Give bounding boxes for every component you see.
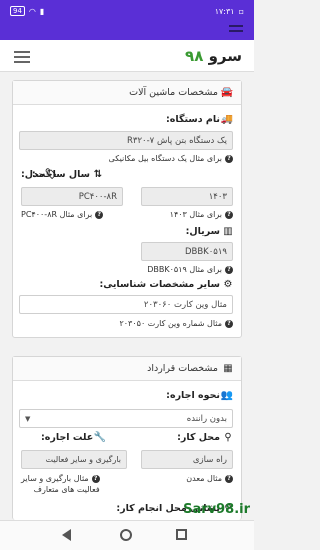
location-label-row: ⚲ محل کار: (177, 432, 233, 443)
serial-hint: ? برای مثال DBBK۰۵۱۹ (147, 265, 233, 274)
recents-icon[interactable] (176, 529, 187, 540)
brand-number: ۹۸ (185, 47, 204, 65)
users-icon: 👥 (220, 389, 233, 401)
home-icon[interactable] (120, 529, 132, 541)
build-year-input[interactable]: ۱۴۰۳ (141, 187, 233, 206)
back-icon[interactable] (62, 529, 71, 541)
reason-hint: ? مثال بارگیری و سایر فعالیت های متعارف (21, 474, 100, 494)
android-nav-bar (0, 520, 254, 550)
device-label: نام دستگاه: (166, 114, 220, 125)
top-menu-icon[interactable] (229, 25, 243, 37)
car-icon: 🚘 (220, 86, 233, 98)
question-icon: ? (225, 320, 233, 328)
cogs-icon: ⚙ (223, 278, 233, 290)
question-icon: ? (225, 211, 233, 219)
device-hint: ? برای مثال یک دستگاه بیل مکانیکی (109, 154, 233, 163)
serial-input[interactable]: DBBK۰۵۱۹ (141, 242, 233, 261)
serial-label: سریال: (185, 226, 220, 237)
location-hint: ? مثال معدن (186, 474, 233, 483)
question-icon: ? (225, 155, 233, 163)
serial-hint-text: برای مثال DBBK۰۵۱۹ (147, 265, 222, 274)
reason-hint-text-1: مثال بارگیری و سایر (21, 474, 89, 483)
wrench-icon: 🔧 (93, 431, 107, 443)
rent-type-label: نحوه اجاره: (166, 390, 220, 401)
ident-label: سایر مشخصات شناسایی: (99, 279, 220, 290)
notification-icon: ▫ (238, 6, 244, 16)
location-input[interactable]: راه سازی (141, 450, 233, 469)
barcode-icon: ▥ (223, 225, 233, 237)
sort-numeric-icon: ⇅ (93, 168, 103, 180)
top-toolbar (0, 22, 254, 40)
question-icon: ? (225, 475, 233, 483)
contract-card-header: ▦ مشخصات قرارداد (13, 357, 241, 381)
ident-hint: ? مثال شماره وین کارت ۲۰۳۰۵۰ (119, 319, 233, 328)
status-icons: 94 ◠ ▮ (10, 6, 44, 16)
wifi-icon: ◠ (28, 6, 36, 16)
model-hint: ? برای مثال PC۴۰۰-۸R (21, 210, 104, 219)
model-hint-text: برای مثال PC۴۰۰-۸R (21, 210, 93, 219)
map-marker-icon: ⚲ (224, 431, 232, 443)
brand-logo: سرو ۹۸ (185, 47, 242, 65)
battery-icon: 94 (10, 6, 25, 16)
chevron-down-icon: ▼ (25, 414, 31, 423)
ident-input[interactable]: مثال وین کارت ۲۰۳۰۶۰ (19, 295, 233, 314)
machine-card-header: 🚘 مشخصات ماشین آلات (13, 81, 241, 105)
year-hint-text: برای مثال ۱۴۰۳ (169, 210, 222, 219)
reason-label-row: 🔧 علت اجاره: (41, 432, 106, 443)
device-name-input[interactable]: یک دستگاه بتن پاش R۳۲۰-۷ (19, 131, 233, 150)
location-hint-text: مثال معدن (186, 474, 222, 483)
model-label: مدل: (21, 169, 45, 180)
site-watermark: Sarv98.ir (183, 502, 250, 517)
reason-hint-text-2: فعالیت های متعارف (33, 485, 100, 494)
reason-label: علت اجاره: (41, 432, 94, 443)
question-icon: ? (95, 211, 104, 219)
machine-specs-card: 🚘 مشخصات ماشین آلات 🚚 نام دستگاه: یک دست… (12, 80, 242, 338)
rent-type-value: بدون راننده (186, 413, 227, 424)
status-time: ۱۷:۳۱ (214, 6, 235, 16)
calendar-icon: ▦ (223, 362, 233, 374)
question-icon: ? (91, 475, 100, 483)
truck-icon: 🚚 (220, 113, 233, 125)
app-header: سرو ۹۸ (0, 40, 254, 72)
model-input[interactable]: PC۴۰۰-۸R (21, 187, 123, 206)
status-bar: 94 ◠ ▮ ۱۷:۳۱ ▫ (0, 0, 254, 22)
brand-name: سرو (208, 47, 242, 65)
device-label-row: 🚚 نام دستگاه: (166, 114, 233, 125)
rent-type-select[interactable]: بدون راننده ▼ (19, 409, 233, 428)
ident-label-row: ⚙ سایر مشخصات شناسایی: (99, 279, 233, 290)
contract-card-title: مشخصات قرارداد (147, 363, 218, 374)
reason-input[interactable]: بارگیری و سایر فعالیت (21, 450, 127, 469)
question-icon: ? (225, 266, 233, 274)
year-hint: ? برای مثال ۱۴۰۳ (170, 210, 233, 219)
signal-icon: ▮ (39, 6, 45, 16)
tag-icon: 🏷 (44, 168, 58, 180)
machine-card-title: مشخصات ماشین آلات (129, 87, 218, 98)
serial-label-row: ▥ سریال: (186, 226, 233, 237)
ident-hint-text: مثال شماره وین کارت ۲۰۳۰۵۰ (119, 319, 222, 328)
rent-type-label-row: 👥 نحوه اجاره: (166, 390, 233, 401)
location-label: محل کار: (177, 432, 220, 443)
model-label-row: 🏷 مدل: (21, 169, 57, 180)
device-hint-text: برای مثال یک دستگاه بیل مکانیکی (108, 154, 222, 163)
hamburger-menu-icon[interactable] (14, 51, 30, 63)
contract-specs-card: ▦ مشخصات قرارداد 👥 نحوه اجاره: بدون رانن… (12, 356, 242, 520)
